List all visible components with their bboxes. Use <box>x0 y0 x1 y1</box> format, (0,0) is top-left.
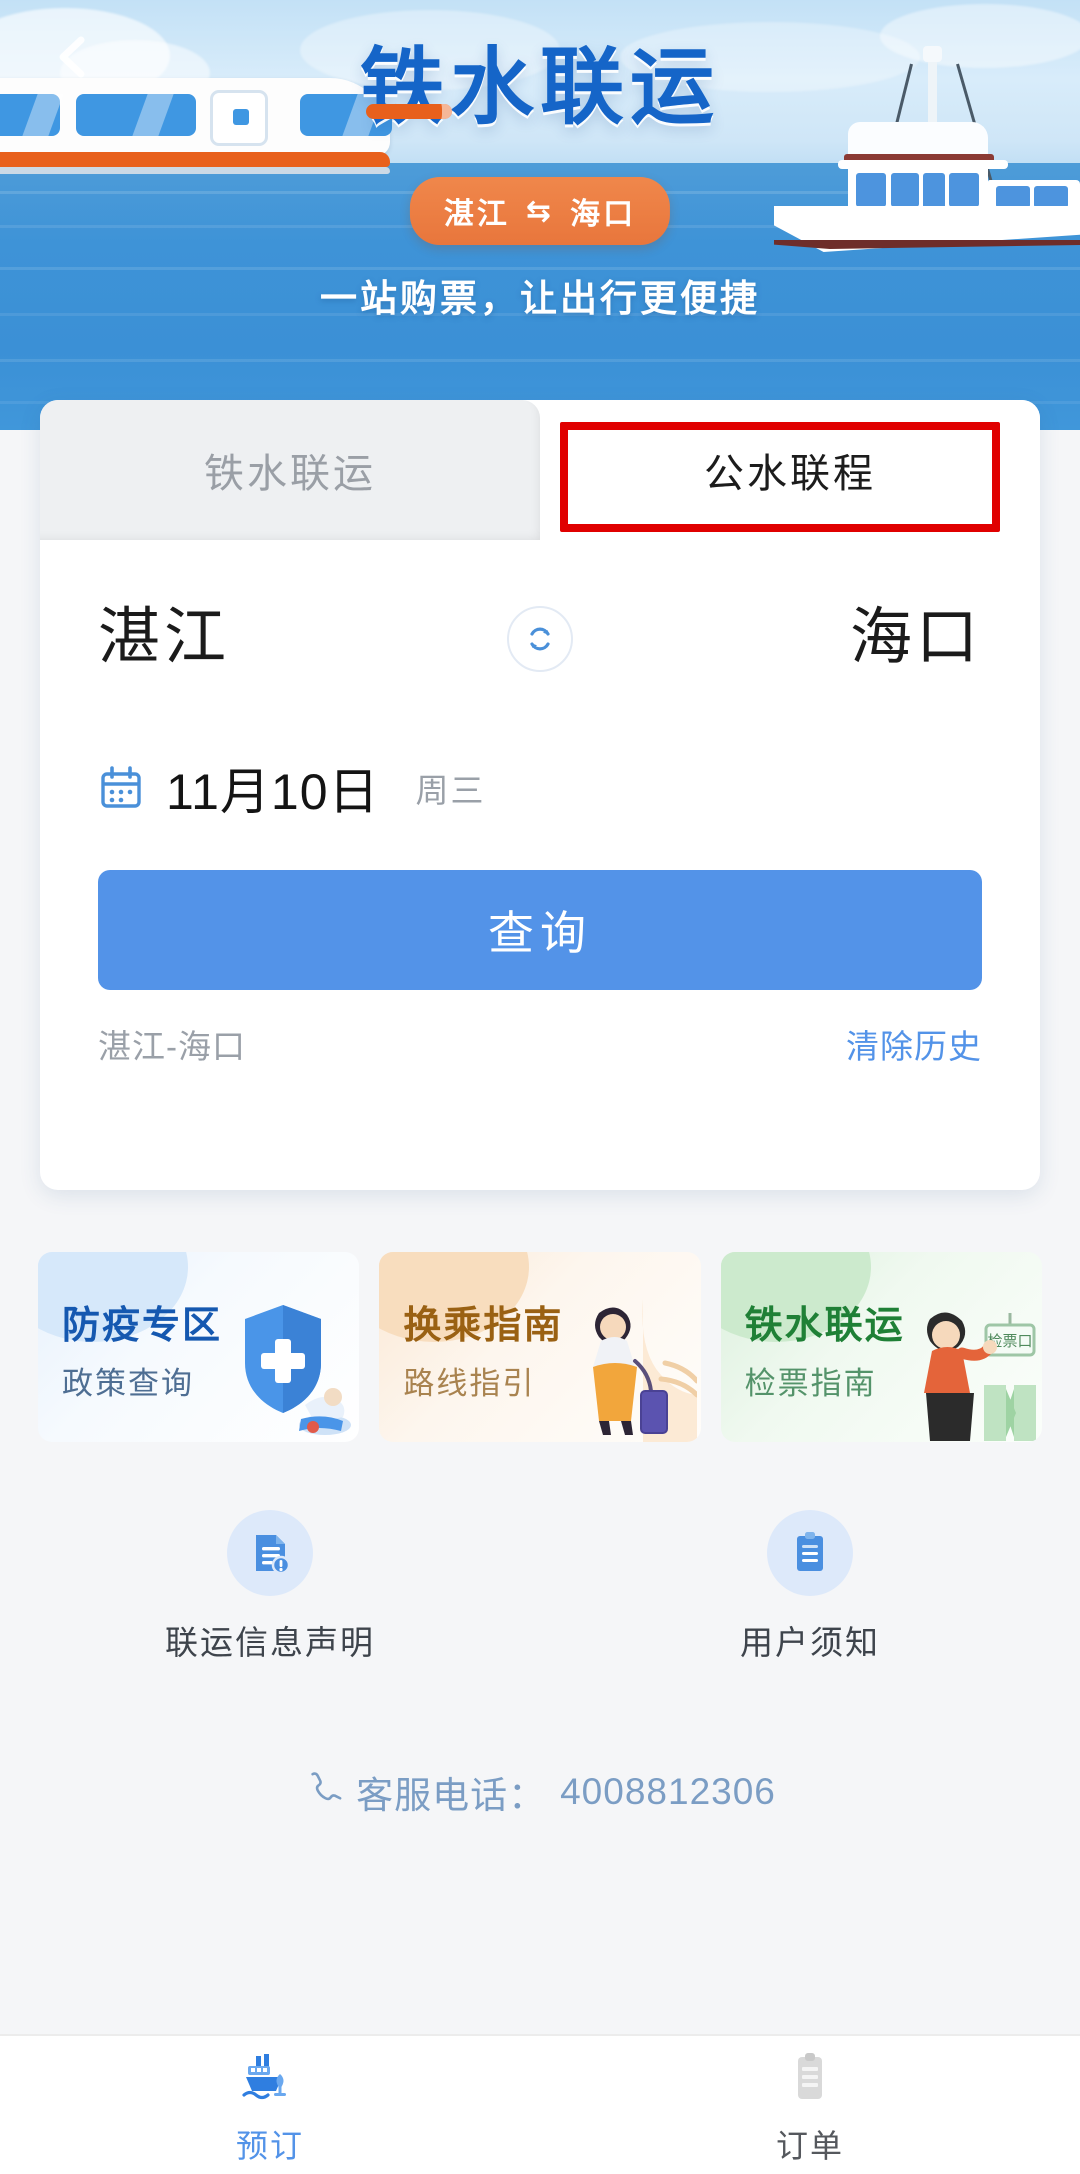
ship-nav-icon <box>242 2052 298 2109</box>
nav-item-booking[interactable]: 预订 <box>0 2036 540 2174</box>
ticket-gate-icon: 检票口 <box>888 1277 1038 1442</box>
promo-card-row: 防疫专区 政策查询 换乘指南 路线指引 <box>38 1252 1042 1442</box>
swap-arrows-icon: ⇆ <box>526 194 554 229</box>
arrival-city[interactable]: 海口 <box>850 586 982 676</box>
hotline-number[interactable]: 4008812306 <box>560 1771 776 1813</box>
shield-health-icon <box>205 1277 355 1442</box>
history-row: 湛江-海口 清除历史 <box>98 1020 982 1068</box>
back-chevron-icon[interactable] <box>50 34 96 80</box>
tab-label: 公水联程 <box>704 441 876 499</box>
quick-link-label: 联运信息声明 <box>165 1616 375 1664</box>
traveler-luggage-icon <box>547 1277 697 1442</box>
city-selector-row: 湛江 海口 <box>40 540 1040 730</box>
quick-link-user-notice[interactable]: 用户须知 <box>540 1510 1080 1710</box>
hero-banner: 铁水联运 湛江 ⇆ 海口 一站购票，让出行更便捷 <box>0 0 1080 430</box>
calendar-icon <box>98 765 144 811</box>
document-info-icon <box>227 1510 313 1596</box>
clear-history-button[interactable]: 清除历史 <box>846 1020 982 1068</box>
promo-title: 换乘指南 <box>403 1294 563 1349</box>
search-button[interactable]: 查询 <box>98 870 982 990</box>
tab-gongshui-lianchen[interactable]: 公水联程 <box>540 400 1040 540</box>
tab-tieshui-lianyun[interactable]: 铁水联运 <box>40 400 540 540</box>
promo-card-ticket-gate[interactable]: 铁水联运 检票指南 检票口 <box>721 1252 1042 1442</box>
promo-card-transfer[interactable]: 换乘指南 路线指引 <box>379 1252 700 1442</box>
route-badge-from: 湛江 <box>444 189 510 233</box>
route-badge: 湛江 ⇆ 海口 <box>410 177 670 245</box>
quick-link-information-statement[interactable]: 联运信息声明 <box>0 1510 540 1710</box>
search-panel: 铁水联运 公水联程 湛江 海口 <box>40 400 1040 1190</box>
tab-label: 铁水联运 <box>204 441 376 499</box>
hotline-label: 客服电话： <box>356 1765 546 1819</box>
wave-line <box>0 359 1080 362</box>
selected-date: 11月10日 <box>166 752 380 824</box>
promo-title: 铁水联运 <box>745 1294 905 1349</box>
customer-service-hotline[interactable]: 客服电话： 4008812306 <box>0 1765 1080 1819</box>
quick-link-row: 联运信息声明 用户须知 <box>0 1510 1080 1710</box>
promo-subtitle: 检票指南 <box>745 1358 877 1403</box>
hero-subtitle: 一站购票，让出行更便捷 <box>0 268 1080 322</box>
swap-cities-icon[interactable] <box>507 606 573 672</box>
bottom-navigation-bar: 预订 订单 <box>0 2034 1080 2174</box>
promo-card-epidemic[interactable]: 防疫专区 政策查询 <box>38 1252 359 1442</box>
page-title: 铁水联运 <box>0 20 1080 141</box>
phone-icon <box>304 1769 342 1816</box>
app-root: 铁水联运 湛江 ⇆ 海口 一站购票，让出行更便捷 铁水联运 公水联程 湛江 <box>0 0 1080 2174</box>
tab-bar: 铁水联运 公水联程 <box>40 400 1040 540</box>
clipboard-nav-icon <box>787 2052 833 2109</box>
selected-weekday: 周三 <box>416 764 486 812</box>
nav-item-label: 订单 <box>776 2121 844 2167</box>
history-item[interactable]: 湛江-海口 <box>98 1020 246 1068</box>
date-selector[interactable]: 11月10日 周三 <box>98 752 486 824</box>
departure-city[interactable]: 湛江 <box>98 586 230 676</box>
promo-subtitle: 政策查询 <box>62 1358 194 1403</box>
quick-link-label: 用户须知 <box>740 1616 880 1664</box>
document-notice-icon <box>767 1510 853 1596</box>
nav-item-orders[interactable]: 订单 <box>540 2036 1080 2174</box>
promo-title: 防疫专区 <box>62 1294 222 1349</box>
route-badge-to: 海口 <box>570 189 636 233</box>
promo-subtitle: 路线指引 <box>403 1358 535 1403</box>
nav-item-label: 预订 <box>236 2121 304 2167</box>
title-accent-bar <box>366 104 452 119</box>
